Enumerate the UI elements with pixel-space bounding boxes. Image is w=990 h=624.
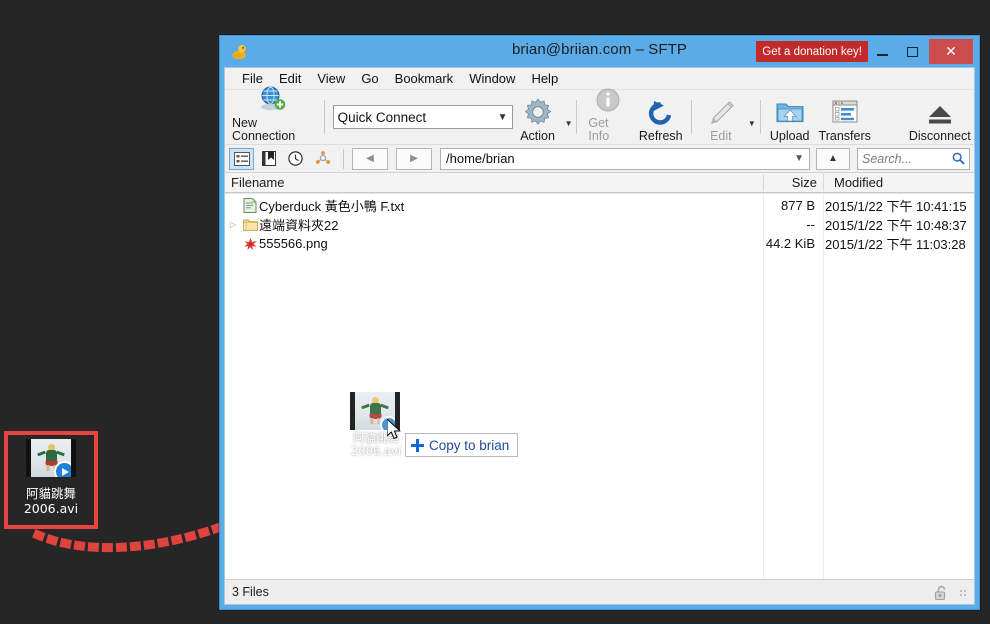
eject-icon [925, 97, 955, 127]
search-input[interactable]: Search... [857, 148, 970, 170]
action-label: Action [520, 130, 555, 143]
menu-item-help[interactable]: Help [523, 71, 566, 86]
chevron-down-icon: ▼ [794, 153, 804, 164]
new-connection-button[interactable]: New Connection [225, 91, 320, 143]
text-file-icon [241, 198, 259, 213]
window-client-area: File Edit View Go Bookmark Window Help [224, 67, 975, 605]
search-placeholder: Search... [862, 152, 952, 166]
file-size: 877 B [692, 198, 822, 213]
nav-separator [343, 149, 344, 169]
table-row[interactable]: Cyberduck 黃色小鴨 F.txt 877 B 2015/1/22 下午 … [225, 196, 974, 215]
info-icon [594, 86, 622, 114]
refresh-icon [647, 97, 675, 127]
remote-file-list[interactable]: 重灌狂人 HTTP://BRIIAN.COM Cyberduck 黃色小鴨 F.… [225, 193, 974, 579]
quick-connect-input[interactable]: Quick Connect ▼ [333, 105, 513, 129]
donation-key-button[interactable]: Get a donation key! [756, 41, 868, 62]
cyberduck-window: brian@briian.com – SFTP Get a donation k… [219, 35, 980, 610]
file-size: -- [692, 217, 822, 232]
transfers-button[interactable]: Transfers [815, 91, 875, 143]
main-toolbar: New Connection Quick Connect ▼ [225, 90, 974, 145]
play-badge-icon [54, 461, 75, 477]
table-row[interactable]: 555566.png 44.2 KiB 2015/1/22 下午 11:03:2… [225, 234, 974, 253]
close-button[interactable]: ✕ [929, 39, 973, 64]
globe-plus-icon [257, 84, 287, 114]
desktop-file-icon[interactable]: 阿貓跳舞 2006.avi [8, 435, 94, 525]
toolbar-separator-1 [324, 100, 325, 134]
file-count-label: 3 Files [232, 585, 269, 599]
file-modified: 2015/1/22 下午 10:41:15 [822, 196, 974, 215]
file-name: 555566.png [259, 236, 692, 251]
toolbar-separator-3 [691, 100, 692, 134]
transfers-label: Transfers [819, 130, 871, 143]
new-connection-label: New Connection [232, 117, 313, 143]
video-thumbnail-icon [26, 439, 76, 477]
action-button[interactable]: Action [513, 91, 563, 143]
window-titlebar: brian@briian.com – SFTP Get a donation k… [220, 36, 979, 67]
file-size: 44.2 KiB [692, 236, 822, 251]
minimize-button[interactable] [868, 39, 897, 64]
column-header-size[interactable]: Size [225, 175, 823, 190]
drop-action-tooltip: Copy to brian [405, 433, 518, 457]
folder-icon [241, 218, 259, 231]
desktop-file-label: 阿貓跳舞 2006.avi [24, 486, 78, 516]
chevron-down-icon: ▼ [498, 112, 508, 123]
disclosure-triangle[interactable]: ▷ [225, 220, 241, 229]
navigation-bar: ◀ ▶ /home/brian ▼ ▲ Search... [225, 145, 974, 173]
list-view-icon[interactable] [229, 148, 254, 170]
file-modified: 2015/1/22 下午 10:48:37 [822, 215, 974, 234]
transfers-window-icon [830, 97, 860, 127]
screen: 阿貓跳舞 2006.avi brian@briian.com – SFTP Ge… [0, 0, 990, 624]
disconnect-button[interactable]: Disconnect [906, 91, 974, 143]
column-header-modified[interactable]: Modified [834, 175, 883, 190]
menu-item-view[interactable]: View [309, 71, 353, 86]
menu-item-bookmark[interactable]: Bookmark [387, 71, 462, 86]
gear-icon [523, 97, 553, 127]
plus-icon [411, 439, 424, 452]
edit-button[interactable]: Edit [696, 91, 746, 143]
menu-item-go[interactable]: Go [353, 71, 386, 86]
toolbar-separator-2 [576, 100, 577, 134]
resize-grip-icon[interactable] [958, 588, 968, 598]
path-input[interactable]: /home/brian ▼ [440, 148, 810, 170]
table-row[interactable]: ▷ 遠端資料夾22 -- 2015/1/22 下午 10:48:37 [225, 215, 974, 234]
arrow-cursor [387, 419, 403, 442]
desktop-file-highlight: 阿貓跳舞 2006.avi [4, 431, 98, 529]
refresh-label: Refresh [639, 130, 683, 143]
edit-label: Edit [710, 130, 732, 143]
file-name: Cyberduck 黃色小鴨 F.txt [259, 196, 692, 215]
maximize-button[interactable] [898, 39, 927, 64]
search-icon [952, 152, 965, 165]
refresh-button[interactable]: Refresh [634, 91, 687, 143]
upload-folder-icon [775, 97, 805, 127]
file-name: 遠端資料夾22 [259, 215, 692, 234]
get-info-button[interactable]: Get Info [581, 91, 634, 143]
bonjour-network-icon[interactable] [310, 148, 335, 170]
quick-connect-value: Quick Connect [338, 110, 498, 125]
get-info-label: Get Info [588, 117, 627, 143]
bookmark-icon[interactable] [256, 148, 281, 170]
edit-dropdown-caret-icon[interactable]: ▼ [748, 119, 756, 128]
toolbar-separator-4 [760, 100, 761, 134]
drop-action-label: Copy to brian [429, 438, 509, 453]
unlocked-padlock-icon[interactable] [934, 585, 949, 601]
action-dropdown-caret-icon[interactable]: ▼ [565, 119, 573, 128]
path-value: /home/brian [446, 151, 794, 166]
menu-item-window[interactable]: Window [461, 71, 523, 86]
back-button[interactable]: ◀ [352, 148, 388, 170]
disconnect-label: Disconnect [909, 130, 971, 143]
history-clock-icon[interactable] [283, 148, 308, 170]
forward-button[interactable]: ▶ [396, 148, 432, 170]
column-header-row: Filename Size Modified [225, 173, 974, 193]
file-modified: 2015/1/22 下午 11:03:28 [822, 234, 974, 253]
png-image-icon [241, 237, 259, 251]
parent-directory-button[interactable]: ▲ [816, 148, 850, 170]
upload-label: Upload [770, 130, 810, 143]
upload-button[interactable]: Upload [765, 91, 815, 143]
quick-connect-group: Quick Connect ▼ [329, 91, 513, 143]
status-bar-right [934, 580, 968, 605]
pencil-icon [707, 97, 735, 127]
status-bar: 3 Files [225, 579, 974, 604]
